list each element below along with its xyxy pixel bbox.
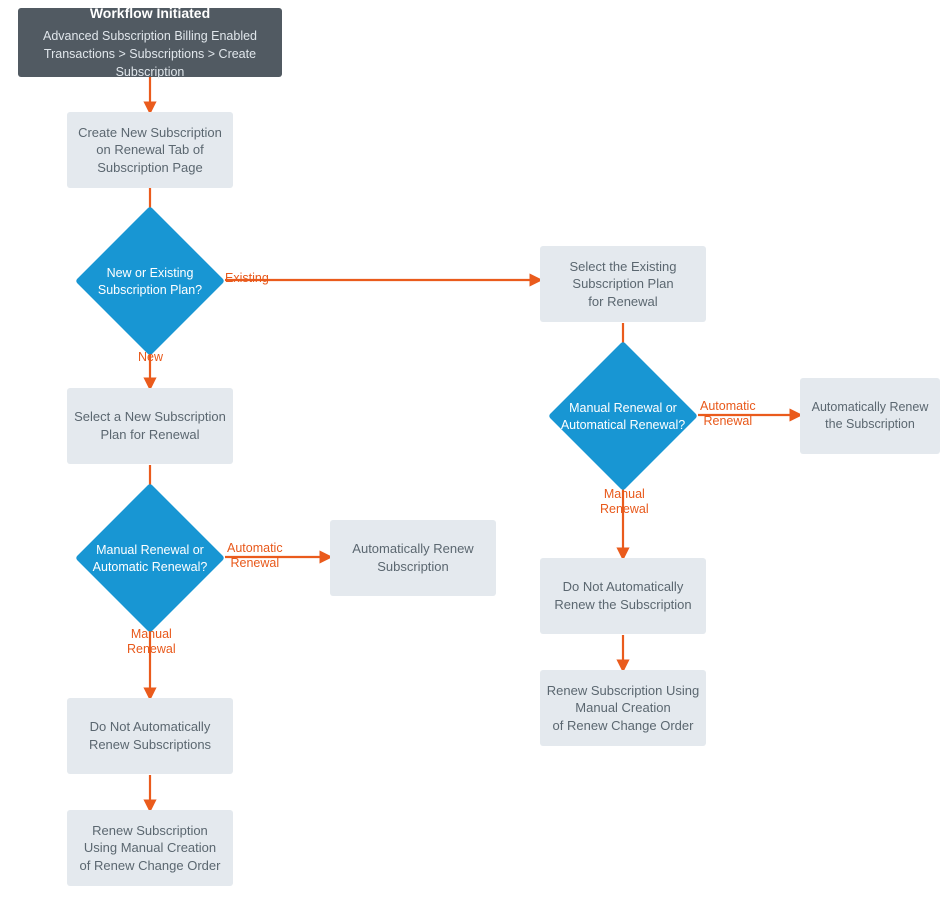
node-select-existing-plan: Select the Existing Subscription Plan fo…	[540, 246, 706, 322]
edge-label-new: New	[138, 350, 163, 365]
node-create-subscription: Create New Subscription on Renewal Tab o…	[67, 112, 233, 188]
edge-label-auto-right: Automatic Renewal	[700, 399, 756, 429]
node-no-auto-left: Do Not Automatically Renew Subscriptions	[67, 698, 233, 774]
start-node: Workflow Initiated Advanced Subscription…	[18, 8, 282, 77]
start-title: Workflow Initiated	[90, 4, 210, 23]
flowchart-canvas: Workflow Initiated Advanced Subscription…	[0, 0, 950, 903]
node-auto-renew-right: Automatically Renew the Subscription	[800, 378, 940, 454]
start-sub2: Transactions > Subscriptions > Create Su…	[26, 45, 274, 81]
edge-label-manual-left: Manual Renewal	[127, 627, 176, 657]
edge-label-existing: Existing	[225, 271, 269, 286]
node-no-auto-right: Do Not Automatically Renew the Subscript…	[540, 558, 706, 634]
decision-new-or-existing-label: New or Existing Subscription Plan?	[75, 252, 225, 312]
start-sub1: Advanced Subscription Billing Enabled	[43, 27, 257, 45]
edge-label-manual-right: Manual Renewal	[600, 487, 649, 517]
node-auto-renew-left: Automatically Renew Subscription	[330, 520, 496, 596]
node-select-new-plan: Select a New Subscription Plan for Renew…	[67, 388, 233, 464]
decision-renewal-right-label: Manual Renewal or Automatical Renewal?	[548, 387, 698, 447]
decision-renewal-left-label: Manual Renewal or Automatic Renewal?	[75, 529, 225, 589]
node-manual-renew-left: Renew Subscription Using Manual Creation…	[67, 810, 233, 886]
node-manual-renew-right: Renew Subscription Using Manual Creation…	[540, 670, 706, 746]
edge-label-auto-left: Automatic Renewal	[227, 541, 283, 571]
